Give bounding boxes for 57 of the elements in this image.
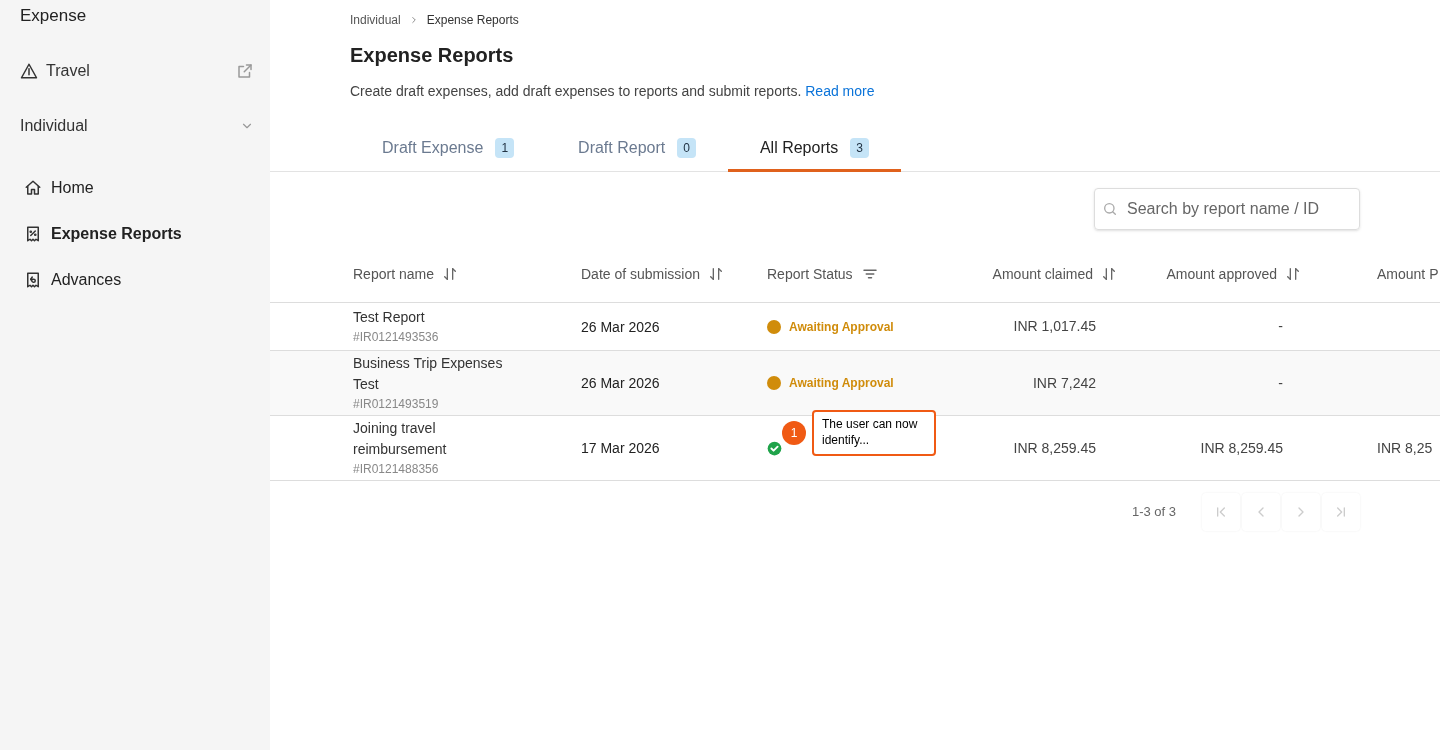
- external-link-icon: [236, 61, 254, 80]
- report-id: #IR0121493536: [353, 329, 440, 346]
- sort-icon: [1285, 266, 1301, 282]
- home-icon: [24, 178, 42, 197]
- column-header[interactable]: Report name: [353, 263, 581, 285]
- count-badge: 3: [850, 138, 869, 158]
- receipt-icon: [24, 270, 42, 289]
- table-row[interactable]: Business Trip Expenses Test #IR0121493519 26 Mar 2026 Awaiting Approval INR 7,242 -: [270, 351, 1440, 416]
- page-title: Expense Reports: [349, 43, 515, 68]
- nav-item[interactable]: Home: [0, 167, 270, 208]
- table-cell-text: -: [1278, 317, 1283, 336]
- sort-icon: [441, 266, 458, 282]
- tab[interactable]: All Reports 3: [727, 127, 901, 172]
- table-cell: 26 Mar 2026: [581, 318, 660, 335]
- annotation-callout: The user can now identify...: [812, 410, 936, 456]
- warning-triangle-icon: [20, 61, 38, 80]
- report-name: Test Report: [353, 308, 426, 327]
- table-cell-text: INR 8,259.45: [1200, 438, 1283, 458]
- search-field[interactable]: Search by report name / ID: [1094, 188, 1360, 230]
- page-description: Create draft expenses, add draft expenses to reports and submit reports. Read more: [349, 82, 876, 101]
- receipt-icon: [24, 224, 42, 243]
- column-header[interactable]: Date of submission: [581, 263, 767, 285]
- table-cell-text: INR 7,242: [1032, 373, 1096, 393]
- column-header[interactable]: Amount P: [1301, 263, 1440, 285]
- search-icon: [1102, 201, 1118, 217]
- sort-icon: [1101, 266, 1117, 282]
- nav-item[interactable]: Advances: [0, 259, 270, 300]
- app-title: Expense: [19, 5, 88, 27]
- breadcrumb-current: Expense Reports: [426, 12, 519, 29]
- report-id: #IR0121493519: [353, 396, 440, 413]
- report-name: Joining travel reimbursement: [353, 419, 448, 459]
- column-header[interactable]: Amount claimed: [967, 263, 1117, 285]
- table-cell-text: INR 1,017.45: [1013, 317, 1096, 336]
- check-circle-icon: [767, 440, 782, 456]
- table-cell-text: -: [1278, 373, 1283, 393]
- sidebar-link[interactable]: Travel: [0, 50, 270, 91]
- count-badge: 0: [677, 138, 696, 158]
- sort-icon: [708, 266, 725, 282]
- status-label: Awaiting Approval: [789, 375, 894, 392]
- breadcrumb-link[interactable]: Individual: [350, 11, 401, 29]
- tab[interactable]: Draft Expense 1: [350, 127, 547, 172]
- tab[interactable]: Draft Report 0: [546, 127, 728, 172]
- column-header[interactable]: Report Status: [767, 263, 967, 285]
- table-cell: INR 8,25: [1377, 440, 1433, 456]
- section-header[interactable]: Individual: [0, 105, 270, 146]
- report-name: Business Trip Expenses Test: [353, 354, 504, 394]
- count-badge: 1: [495, 138, 515, 158]
- annotation-marker: 1: [782, 421, 806, 445]
- report-id: #IR0121488356: [353, 461, 440, 478]
- status-label: Awaiting Approval: [789, 318, 894, 336]
- table-cell-text: INR 8,259.45: [1013, 438, 1096, 458]
- page-range: 1-3 of 3: [1131, 503, 1176, 522]
- column-header[interactable]: Amount approved: [1117, 263, 1301, 285]
- table-cell: 26 Mar 2026: [581, 375, 660, 391]
- table-cell: 17 Mar 2026: [581, 440, 660, 456]
- read-more-link[interactable]: Read more: [805, 83, 875, 99]
- nav-item[interactable]: Expense Reports: [0, 213, 270, 254]
